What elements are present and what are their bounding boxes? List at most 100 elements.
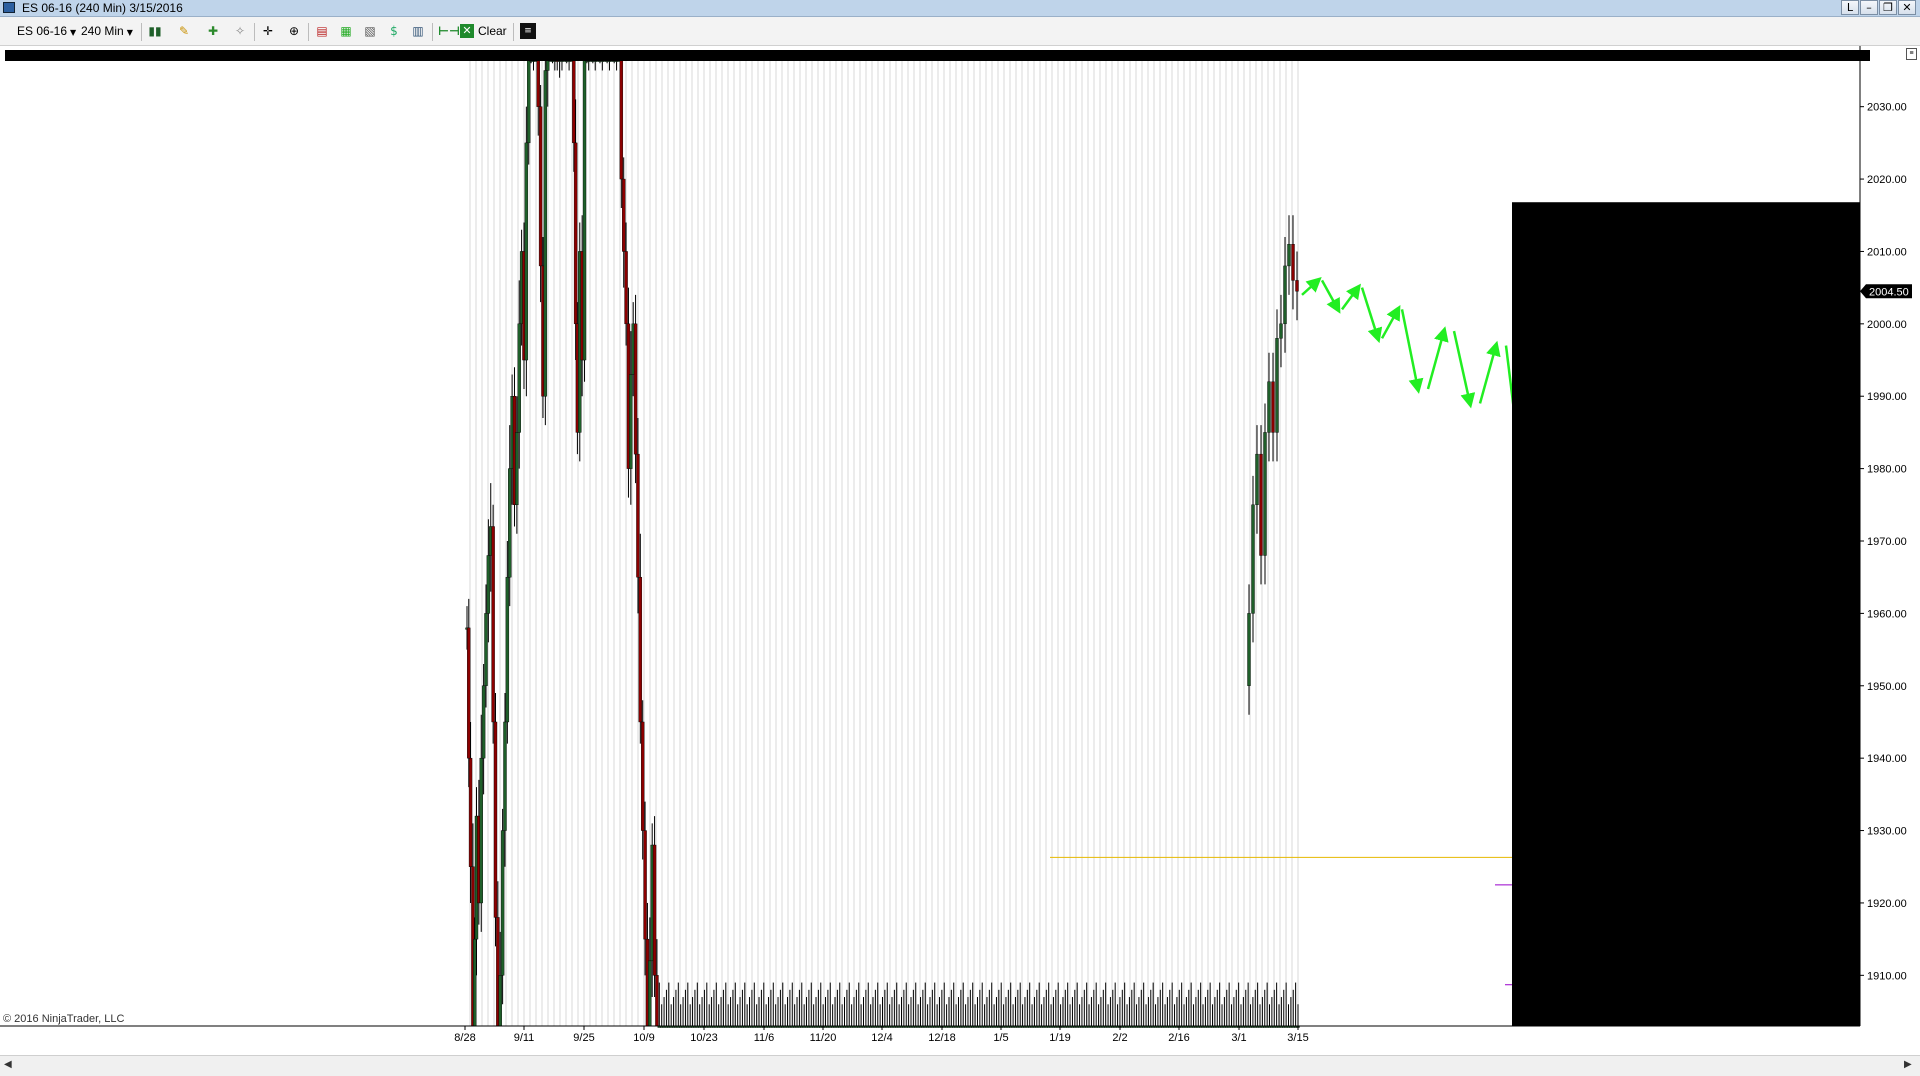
instrument-selector[interactable]: ES 06-16 ▼ xyxy=(17,22,76,40)
zoom-icon[interactable]: ⊕ xyxy=(286,23,302,39)
crosshair-icon[interactable]: ✛ xyxy=(260,23,276,39)
candle-up xyxy=(629,374,633,469)
chart-grid xyxy=(469,60,1299,1026)
candle-down xyxy=(619,59,624,180)
candle-up xyxy=(648,960,652,1027)
candle-down xyxy=(1295,280,1299,292)
clear-button[interactable]: Clear xyxy=(478,22,507,40)
restore-button[interactable]: ❐ xyxy=(1879,0,1897,15)
range-icon[interactable]: ⊢⊣ xyxy=(438,23,460,39)
y-tick-label: 1990.00 xyxy=(1867,391,1907,403)
x-tick-label: 3/15 xyxy=(1287,1032,1308,1044)
y-tick-label: 1940.00 xyxy=(1867,753,1907,765)
candle-up xyxy=(517,323,521,433)
candle-down xyxy=(468,757,473,867)
candle-down xyxy=(572,59,576,144)
candle-up xyxy=(1279,323,1283,339)
interval-selector[interactable]: 240 Min ▼ xyxy=(81,22,133,40)
toolbar-separator xyxy=(308,23,309,41)
candle-down xyxy=(622,178,626,252)
x-tick-label: 1/19 xyxy=(1049,1032,1070,1044)
copyright-text: © 2016 NinjaTrader, LLC xyxy=(3,1013,125,1025)
strategies-icon[interactable]: ▧ xyxy=(362,23,378,39)
price-axis: 1910.00 1920.00 1930.00 1940.00 1950.00 1960.… xyxy=(1859,46,1912,1026)
candle-down xyxy=(638,576,643,723)
forecast-arrow xyxy=(1478,340,1501,404)
x-tick-label: 12/4 xyxy=(871,1032,892,1044)
x-tick-label: 12/18 xyxy=(928,1032,956,1044)
candle-down xyxy=(1291,244,1295,281)
candles xyxy=(465,56,1300,1028)
y-tick-label: 1970.00 xyxy=(1867,536,1907,548)
toolbar-separator xyxy=(432,23,433,41)
candle-up xyxy=(1275,338,1279,433)
x-tick-label: 2/16 xyxy=(1168,1032,1189,1044)
candle-up xyxy=(503,721,507,831)
toolbar-separator xyxy=(513,23,514,41)
y-tick-label: 2000.00 xyxy=(1867,319,1907,331)
candle-up xyxy=(479,757,483,904)
link-button[interactable]: L xyxy=(1841,0,1859,15)
x-tick-label: 3/1 xyxy=(1231,1032,1246,1044)
x-tick-label: 1/5 xyxy=(993,1032,1008,1044)
candle-up xyxy=(1283,265,1287,325)
candle-up xyxy=(498,975,502,1027)
candle-up xyxy=(582,59,587,361)
chevron-down-icon: ▼ xyxy=(126,28,133,37)
y-tick-label: 2020.00 xyxy=(1867,174,1907,186)
pencil-icon[interactable]: ✎ xyxy=(176,23,192,39)
forecast-arrow xyxy=(1301,277,1322,296)
candle-up xyxy=(527,59,531,144)
indicators-icon[interactable]: ▦ xyxy=(338,23,354,39)
bar-type-icon[interactable]: ▮▮ xyxy=(147,23,163,39)
scroll-right-icon[interactable]: ▶ xyxy=(1904,1059,1912,1070)
y-tick-label: 1910.00 xyxy=(1867,970,1907,982)
candle-up xyxy=(1267,381,1271,433)
scroll-left-icon[interactable]: ◀ xyxy=(4,1059,12,1070)
candle-down xyxy=(633,323,638,455)
price-chart[interactable]: 1910.00 1920.00 1930.00 1940.00 1950.00 1960.… xyxy=(0,46,1920,1055)
candle-up xyxy=(1247,613,1251,686)
y-tick-label: 1930.00 xyxy=(1867,826,1907,838)
close-button[interactable]: ✕ xyxy=(1898,0,1916,15)
y-tick-label: 2030.00 xyxy=(1867,102,1907,114)
x-tick-label: 8/28 xyxy=(454,1032,475,1044)
candle-up xyxy=(1263,432,1267,556)
candle-down xyxy=(467,627,471,759)
horizontal-scrollbar[interactable]: ◀ ▶ xyxy=(0,1055,1920,1076)
data-box-icon[interactable]: ≡ xyxy=(520,23,536,39)
toolbar-separator xyxy=(254,23,255,41)
x-tick-label: 10/9 xyxy=(633,1032,654,1044)
data-series-icon[interactable]: ▤ xyxy=(314,23,330,39)
x-tick-label: 10/23 xyxy=(690,1032,718,1044)
candle-down xyxy=(1259,453,1263,556)
y-tick-label: 2010.00 xyxy=(1867,246,1907,258)
minimize-button[interactable]: – xyxy=(1860,0,1878,15)
candle-down xyxy=(536,59,540,107)
forecast-arrow xyxy=(1426,326,1449,390)
candle-up xyxy=(543,70,548,397)
time-axis: 8/28 9/11 9/25 10/9 10/23 11/6 11/20 12/4 12/18 1… xyxy=(0,1025,1860,1044)
candle-down xyxy=(573,142,578,325)
forecast-arrow xyxy=(1360,287,1383,344)
chart-trader-icon[interactable]: $ xyxy=(386,23,402,39)
chart-properties-icon[interactable]: ≡ xyxy=(1906,48,1917,60)
candle-up xyxy=(481,685,486,759)
marker-icon[interactable]: ✚ xyxy=(205,23,221,39)
y-tick-label: 1980.00 xyxy=(1867,464,1907,476)
candle-up xyxy=(524,142,529,361)
y-tick-label: 1920.00 xyxy=(1867,898,1907,910)
x-tick-label: 2/2 xyxy=(1112,1032,1127,1044)
candle-up xyxy=(486,555,491,614)
candle-down xyxy=(655,975,659,1027)
disabled-tool-icon[interactable]: ✧ xyxy=(232,23,248,39)
clear-icon[interactable]: ✕ xyxy=(460,24,474,38)
y-tick-label: 1960.00 xyxy=(1867,608,1907,620)
properties-icon[interactable]: ▥ xyxy=(410,23,426,39)
forecast-arrow xyxy=(1400,309,1424,394)
last-price-label: 2004.50 xyxy=(1869,286,1909,298)
candle-up xyxy=(505,576,510,723)
candle-up xyxy=(515,432,519,506)
chart-toolbar: ES 06-16 ▼ 240 Min ▼ ▮▮ ✎ ✚ ✧ ✛ ⊕ ▤ ▦ ▧ $ … xyxy=(0,17,1920,46)
x-tick-label: 11/6 xyxy=(754,1032,775,1044)
